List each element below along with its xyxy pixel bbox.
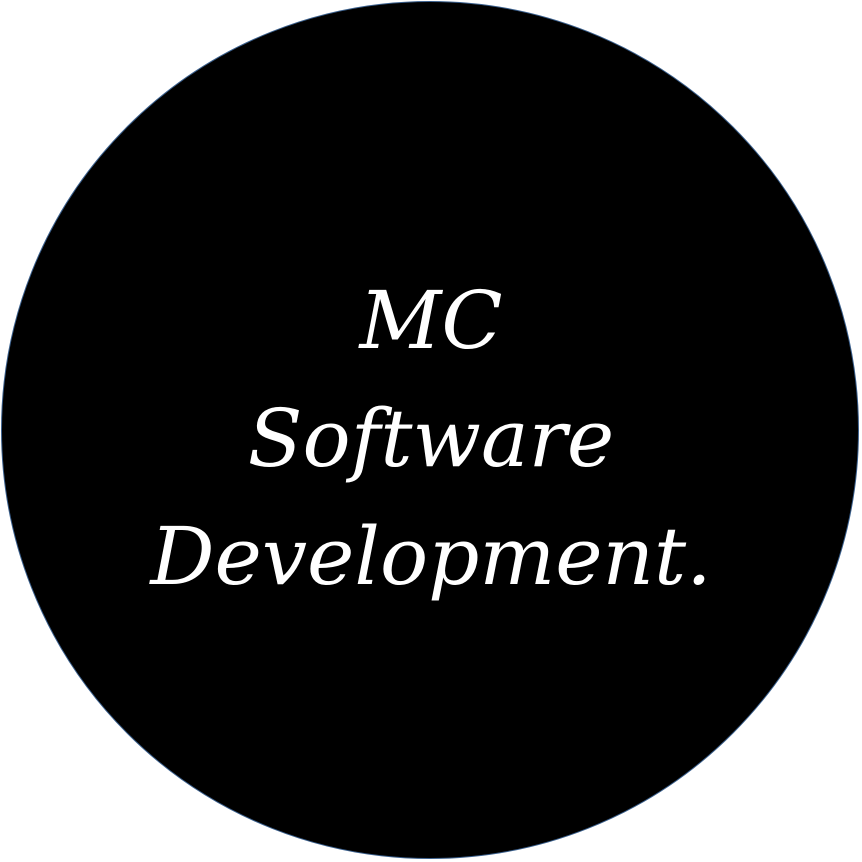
logo-line-development: Development. [150, 510, 712, 603]
logo-canvas: MC Software Development. [0, 0, 862, 862]
logo-wordmark: MC Software Development. [0, 262, 862, 616]
logo-line-software: Software [247, 392, 615, 485]
logo-line-mc: MC [359, 274, 503, 367]
